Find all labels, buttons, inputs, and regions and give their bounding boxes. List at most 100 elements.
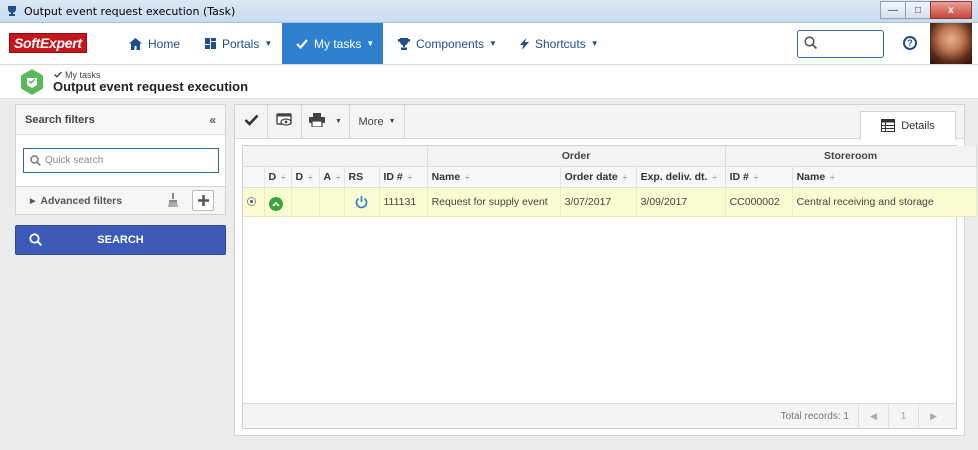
- nav-portals-label: Portals: [222, 36, 260, 51]
- page-number[interactable]: 1: [888, 404, 918, 428]
- logo-text: SoftExpert: [9, 33, 87, 53]
- group-order: Order: [427, 146, 726, 167]
- print-button[interactable]: ▼: [302, 105, 350, 138]
- chevron-down-icon: ▼: [489, 39, 497, 48]
- advanced-filters-toggle[interactable]: ▶ Advanced filters: [15, 187, 226, 215]
- check-icon: [296, 38, 308, 49]
- total-records: Total records: 1: [780, 411, 849, 422]
- table-row[interactable]: 111131 Request for supply event 3/07/201…: [243, 187, 977, 217]
- triangle-right-icon: ▶: [30, 197, 36, 205]
- nav-home-label: Home: [148, 36, 181, 51]
- check-icon: [244, 114, 259, 129]
- grid-group-header: Order Storeroom: [243, 146, 977, 167]
- more-label: More: [358, 115, 384, 128]
- minimize-button[interactable]: —: [880, 1, 906, 19]
- portals-icon: [205, 38, 216, 49]
- cell-a: [319, 187, 345, 217]
- window-titlebar: Output event request execution (Task) — …: [0, 0, 978, 23]
- trophy-icon: [398, 37, 410, 50]
- tab-details-label: Details: [901, 119, 935, 132]
- col-header-a[interactable]: A ÷: [319, 166, 345, 188]
- user-avatar[interactable]: [930, 23, 972, 64]
- add-filter-button[interactable]: [192, 190, 214, 211]
- maximize-button[interactable]: □: [905, 1, 931, 19]
- nav-home[interactable]: Home: [129, 23, 180, 64]
- cell-d2: [291, 187, 320, 217]
- nav-my-tasks-label: My tasks: [314, 36, 362, 51]
- printer-icon: [309, 113, 326, 130]
- content-panel: ▼ More ▼ Details Order Storeroom D ÷ D ÷…: [234, 104, 977, 436]
- close-button[interactable]: x: [930, 1, 972, 19]
- chevron-down-icon: ▼: [264, 39, 273, 48]
- top-navigation: SoftExpert Home Portals ▼ My tasks ▼ Com…: [0, 23, 978, 65]
- view-record-icon: [276, 113, 293, 130]
- col-header-order-date[interactable]: Order date ÷: [560, 166, 637, 188]
- nav-shortcuts-label: Shortcuts: [535, 36, 586, 51]
- view-button[interactable]: [268, 105, 302, 138]
- power-icon: [355, 196, 368, 210]
- cell-order-date: 3/07/2017: [560, 187, 637, 217]
- radio-selected-icon: [247, 196, 256, 206]
- search-button-label: SEARCH: [97, 234, 144, 246]
- cell-storeroom-name: Central receiving and storage: [792, 187, 977, 217]
- clear-filters-icon[interactable]: [168, 193, 178, 207]
- advanced-filters-label: Advanced filters: [40, 194, 123, 207]
- global-search-input[interactable]: [797, 30, 884, 58]
- lightning-icon: [520, 37, 529, 50]
- col-header-storeroom-name[interactable]: Name ÷: [792, 166, 977, 188]
- col-header-order-name[interactable]: Name ÷: [427, 166, 561, 188]
- col-header-order-id[interactable]: ID # ÷: [379, 166, 428, 188]
- chevron-down-icon: ▼: [388, 118, 396, 125]
- nav-my-tasks[interactable]: My tasks ▼: [282, 23, 383, 64]
- home-icon: [129, 37, 142, 50]
- row-select-radio[interactable]: [243, 187, 265, 217]
- grid-column-header: D ÷ D ÷ A ÷ RS ID # ÷ Name ÷ Order date ÷ Exp.…: [243, 166, 977, 188]
- col-header-storeroom-id[interactable]: ID # ÷: [725, 166, 793, 188]
- nav-components[interactable]: Components ▼: [398, 23, 497, 64]
- tab-details[interactable]: Details: [860, 111, 956, 140]
- grid-footer: Total records: 1 ◀ 1 ▶: [243, 403, 956, 428]
- collapse-double-left-icon[interactable]: «: [209, 113, 216, 127]
- quick-search-input[interactable]: Quick search: [23, 148, 219, 173]
- search-filters-title: Search filters: [25, 113, 95, 126]
- main-area: Search filters « Quick search ▶ Advanced…: [0, 99, 978, 450]
- search-filters-header: Search filters «: [16, 105, 225, 135]
- next-page-icon[interactable]: ▶: [918, 404, 948, 428]
- chevron-down-icon: ▼: [335, 118, 342, 125]
- search-icon: [29, 233, 42, 246]
- search-icon: [30, 155, 41, 166]
- chevron-down-icon: ▼: [366, 39, 375, 48]
- group-empty: [243, 146, 428, 167]
- records-table: Order Storeroom D ÷ D ÷ A ÷ RS ID # ÷ Name ÷ …: [243, 146, 977, 217]
- col-select: [243, 166, 265, 188]
- col-header-rs[interactable]: RS: [344, 166, 380, 188]
- cell-storeroom-id: CC000002: [725, 187, 793, 217]
- nav-components-label: Components: [416, 36, 485, 51]
- cell-exp-delivery: 3/09/2017: [636, 187, 726, 217]
- nav-portals[interactable]: Portals ▼: [205, 23, 272, 64]
- group-storeroom: Storeroom: [725, 146, 977, 167]
- cell-order-name: Request for supply event: [427, 187, 561, 217]
- col-header-exp-delivery[interactable]: Exp. deliv. dt. ÷: [636, 166, 726, 188]
- page-header: My tasks Output event request execution: [0, 65, 978, 99]
- col-header-d2[interactable]: D ÷: [291, 166, 320, 188]
- softexpert-logo[interactable]: SoftExpert: [9, 32, 109, 54]
- task-hexagon-icon: [20, 69, 44, 95]
- trophy-app-icon: [4, 3, 20, 19]
- records-grid: Order Storeroom D ÷ D ÷ A ÷ RS ID # ÷ Name ÷ …: [242, 145, 977, 429]
- search-filters-panel: Search filters « Quick search: [15, 104, 226, 187]
- page-title: Output event request execution: [53, 79, 249, 94]
- execute-button[interactable]: [235, 105, 268, 138]
- chevron-down-icon: ▼: [590, 39, 599, 48]
- details-grid-icon: [881, 119, 896, 132]
- col-header-d1[interactable]: D ÷: [264, 166, 292, 188]
- help-icon[interactable]: ?: [903, 36, 917, 50]
- nav-shortcuts[interactable]: Shortcuts ▼: [520, 23, 599, 64]
- cell-deadline-status: [264, 187, 292, 217]
- more-menu-button[interactable]: More ▼: [350, 105, 405, 138]
- search-button[interactable]: SEARCH: [15, 225, 226, 255]
- quick-search-placeholder: Quick search: [45, 155, 104, 166]
- cell-rs: [344, 187, 380, 217]
- previous-page-icon[interactable]: ◀: [858, 404, 888, 428]
- window-title: Output event request execution (Task): [24, 4, 236, 18]
